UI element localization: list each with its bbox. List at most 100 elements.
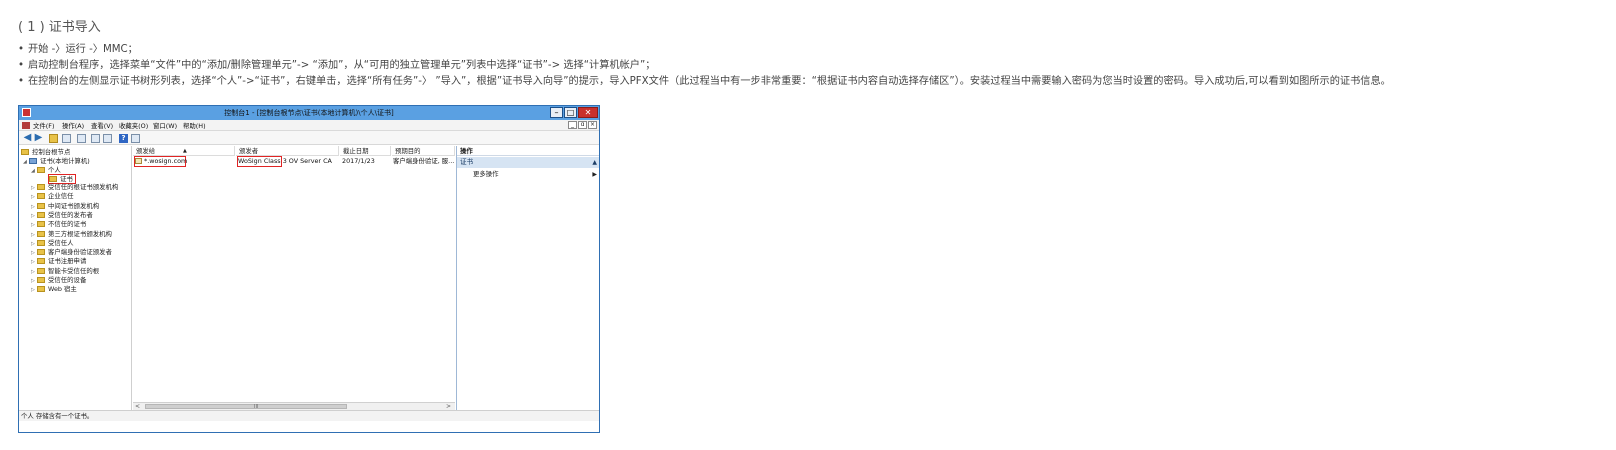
step-item: • 在控制台的左侧显示证书树形列表，选择“个人”->“证书”，右键单击，选择“所有… [18, 74, 1391, 90]
actions-header: 操作 [457, 146, 599, 156]
tree-node-label: 受信任人 [48, 238, 74, 247]
folder-icon [37, 193, 45, 200]
tree-node-root[interactable]: 控制台根节点 [21, 148, 70, 157]
certificates-snapin-icon [29, 158, 37, 164]
folder-icon [37, 277, 45, 283]
tree-node-label: 中间证书颁发机构 [48, 201, 100, 210]
scroll-thumb[interactable]: III [145, 404, 347, 410]
folder-icon [37, 286, 45, 293]
tree-node-store[interactable]: ▷ 受信任的设备 [31, 276, 86, 285]
folder-icon [37, 267, 45, 274]
console-tree: 控制台根节点 ◢ 证书(本地计算机) ◢ 个人 证书 ▷ 受信任的根证书颁发机构 ▷ 企业… [19, 146, 132, 410]
forward-arrow-icon[interactable]: ▶ [34, 133, 43, 143]
cell-purposes: 客户端身份验证, 服... [393, 157, 455, 165]
step-list: • 开始 -〉运行 -〉MMC； • 启动控制台程序，选择菜单“文件”中的“添加/删… [18, 42, 1391, 90]
menu-favorites[interactable]: 收藏夹(O) [119, 121, 148, 130]
export-icon[interactable] [91, 134, 100, 143]
sort-ascending-icon: ▲ [183, 148, 187, 154]
mdi-minimize-button[interactable]: _ [568, 121, 577, 129]
folder-icon [37, 184, 45, 190]
tree-node-label: 受信任的发布者 [48, 210, 93, 219]
help-icon[interactable]: ? [119, 134, 128, 143]
mdi-close-button[interactable]: × [588, 121, 597, 129]
mmc-window-screenshot: 控制台1 - [控制台根节点\证书(本地计算机)\个人\证书] – □ ✕ 文件… [18, 105, 600, 433]
folder-icon [37, 239, 45, 246]
window-title: 控制台1 - [控制台根节点\证书(本地计算机)\个人\证书] [224, 109, 394, 117]
column-purposes[interactable]: 预期目的 [392, 146, 455, 156]
cell-expiration: 2017/1/23 [342, 157, 375, 165]
actions-section[interactable]: 证书 ▲ [457, 157, 599, 168]
table-row[interactable]: *.wosign.com WoSign Class 3 OV Server CA… [133, 156, 455, 167]
tree-node-store[interactable]: ▷ 客户端身份验证颁发者 [31, 248, 112, 257]
tree-node-label: 受信任的设备 [48, 276, 87, 284]
properties-icon[interactable] [103, 134, 112, 143]
submenu-arrow-icon: ▶ [592, 171, 597, 178]
menu-window[interactable]: 窗口(W) [153, 121, 177, 130]
view-icon[interactable] [131, 134, 140, 143]
maximize-button[interactable]: □ [564, 107, 577, 118]
tree-node-store[interactable]: ▷ 第三方根证书颁发机构 [31, 230, 112, 239]
step-text: 在控制台的左侧显示证书树形列表，选择“个人”->“证书”，右键单击，选择“所有任… [28, 76, 1391, 87]
tree-node-store[interactable]: ▷ 企业信任 [31, 192, 74, 201]
minimize-button[interactable]: – [550, 107, 563, 118]
folder-icon[interactable] [49, 134, 58, 143]
folder-icon [49, 176, 57, 182]
scroll-right-icon[interactable]: > [446, 403, 451, 410]
menu-bar: 文件(F) 操作(A) 查看(V) 收藏夹(O) 窗口(W) 帮助(H) _ ɑ… [19, 120, 599, 131]
copy-icon[interactable] [77, 134, 86, 143]
tree-node-label: 企业信任 [48, 192, 74, 201]
folder-icon [37, 202, 45, 209]
bullet: • [18, 60, 25, 71]
console-tree-icon[interactable] [62, 134, 71, 143]
menu-action[interactable]: 操作(A) [62, 121, 84, 130]
folder-icon [37, 221, 45, 228]
tree-node-store[interactable]: ▷ 受信任的发布者 [31, 211, 93, 220]
scroll-left-icon[interactable]: < [135, 403, 140, 410]
actions-pane: 操作 证书 ▲ 更多操作 ▶ [456, 146, 599, 410]
tree-node-label: 不信任的证书 [48, 220, 87, 229]
horizontal-scrollbar[interactable]: < III > [133, 402, 455, 410]
bullet: • [18, 76, 25, 87]
menu-view[interactable]: 查看(V) [91, 121, 113, 130]
menu-file[interactable]: 文件(F) [33, 121, 54, 130]
more-actions-item[interactable]: 更多操作 ▶ [473, 170, 597, 179]
console-menu-icon[interactable] [22, 122, 30, 129]
certificate-icon [135, 158, 142, 164]
collapse-up-icon[interactable]: ▲ [592, 157, 597, 168]
tree-node-computer[interactable]: ◢ 证书(本地计算机) [23, 157, 90, 166]
tree-node-store[interactable]: ▷ 智能卡受信任的根 [31, 267, 99, 276]
column-issuer[interactable]: 颁发者 [236, 146, 339, 156]
mdi-restore-button[interactable]: ɑ [578, 121, 587, 129]
tree-node-store[interactable]: ▷ Web 宿主 [31, 285, 77, 294]
close-button[interactable]: ✕ [578, 107, 598, 118]
tree-node-label: 受信任的根证书颁发机构 [48, 183, 119, 191]
folder-icon [37, 249, 45, 256]
section-heading: ( 1 ) 证书导入 [18, 20, 101, 35]
folder-icon [21, 149, 29, 155]
tree-node-label: Web 宿主 [48, 285, 77, 294]
folder-icon [37, 211, 45, 218]
window-titlebar: 控制台1 - [控制台根节点\证书(本地计算机)\个人\证书] – □ ✕ [19, 106, 599, 120]
folder-icon [37, 230, 45, 237]
document: ( 1 ) 证书导入 • 开始 -〉运行 -〉MMC； • 启动控制台程序，选择菜单… [0, 0, 1616, 450]
tree-node-label: 客户端身份验证颁发者 [48, 248, 112, 257]
tree-node-store[interactable]: ▷ 不信任的证书 [31, 220, 86, 229]
menu-help[interactable]: 帮助(H) [183, 121, 206, 130]
column-issued-to[interactable]: 颁发给 ▲ [133, 146, 235, 156]
step-text: 开始 -〉运行 -〉MMC； [28, 44, 138, 55]
folder-icon [37, 167, 45, 173]
tree-node-label: 智能卡受信任的根 [48, 266, 100, 275]
step-item: • 开始 -〉运行 -〉MMC； [18, 42, 1391, 58]
tree-node-store[interactable]: ▷ 证书注册申请 [31, 257, 86, 266]
back-arrow-icon[interactable]: ◀ [23, 133, 32, 143]
tree-node-label: 证书注册申请 [48, 257, 87, 266]
step-item: • 启动控制台程序，选择菜单“文件”中的“添加/删除管理单元”-> “添加”，从“… [18, 58, 1391, 74]
tree-node-store[interactable]: ▷ 受信任的根证书颁发机构 [31, 183, 118, 192]
tree-node-store[interactable]: ▷ 中间证书颁发机构 [31, 202, 99, 211]
tree-node-store[interactable]: ▷ 受信任人 [31, 239, 74, 248]
certificate-list: 颁发给 ▲ 颁发者 截止日期 预期目的 *.wosign.com WoSign C… [133, 146, 455, 410]
status-bar: 个人 存储含有一个证书。 [19, 410, 599, 421]
cell-issuer: WoSign Class 3 OV Server CA [238, 157, 332, 165]
step-text: 启动控制台程序，选择菜单“文件”中的“添加/删除管理单元”-> “添加”，从“可… [28, 60, 656, 71]
column-expiration[interactable]: 截止日期 [340, 146, 391, 156]
